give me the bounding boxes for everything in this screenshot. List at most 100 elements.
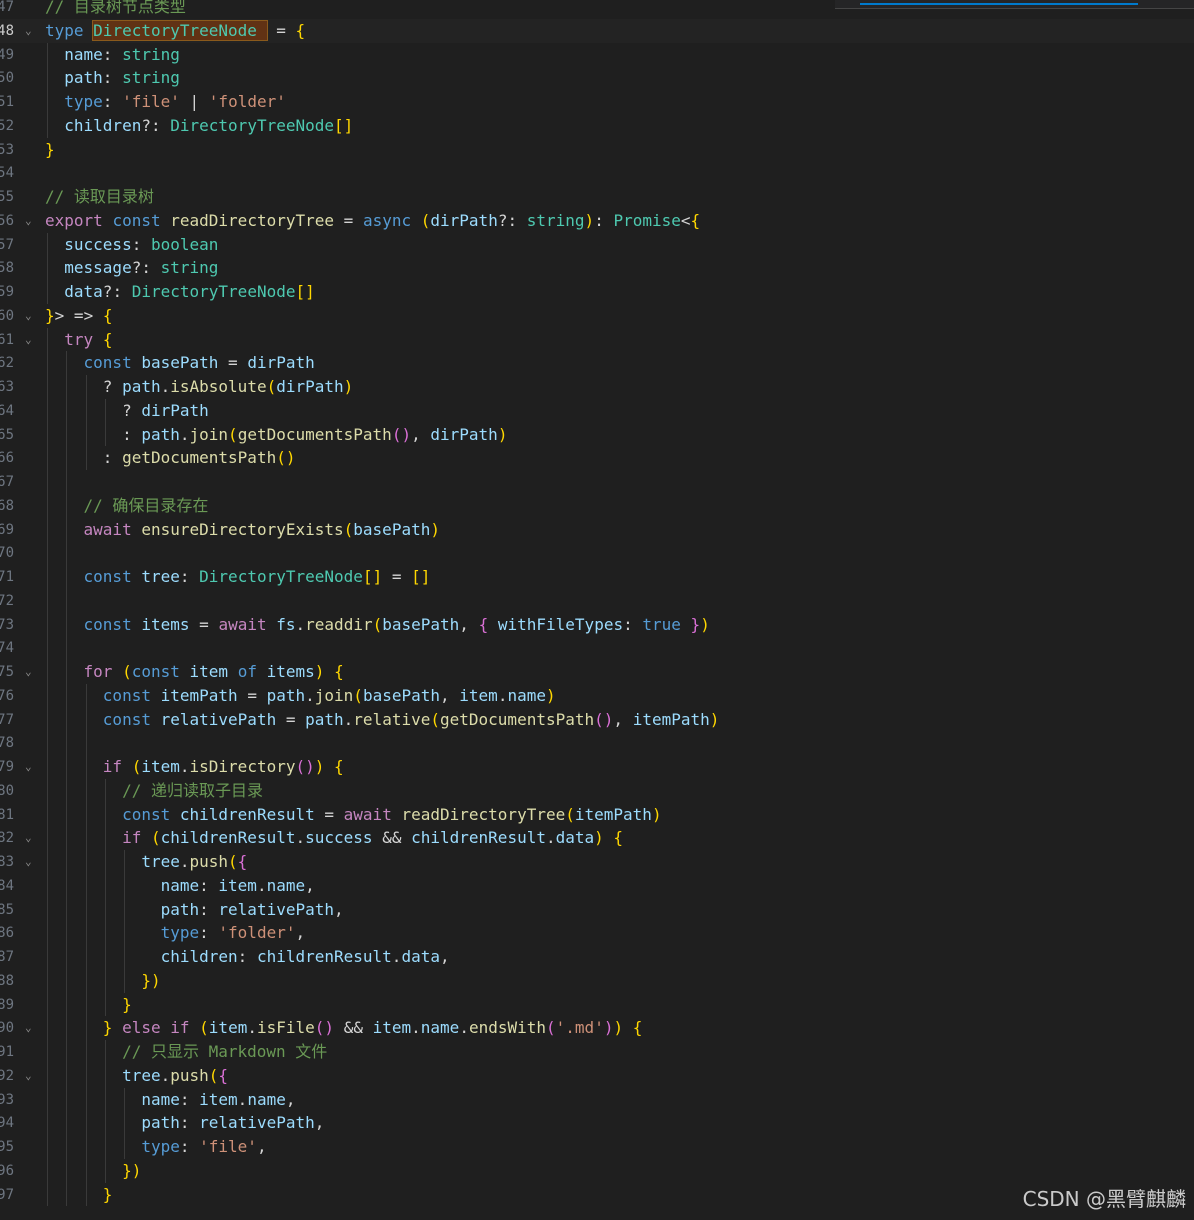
code-line[interactable]: 62 const basePath = dirPath [0, 351, 1194, 375]
code-line[interactable]: 67 [0, 470, 1194, 494]
code-line[interactable]: 80 // 递归读取子目录 [0, 779, 1194, 803]
fold-chevron-icon[interactable]: ⌄ [25, 1016, 32, 1040]
code-line[interactable]: 88 }) [0, 969, 1194, 993]
line-number: 89 [0, 996, 14, 1013]
code-line[interactable]: 52 children?: DirectoryTreeNode[] [0, 114, 1194, 138]
line-number: 73 [0, 616, 14, 633]
code-line[interactable]: 91 // 只显示 Markdown 文件 [0, 1040, 1194, 1064]
indent-guide [47, 42, 48, 138]
code-line[interactable]: 59 data?: DirectoryTreeNode[] [0, 280, 1194, 304]
code-line[interactable]: 90 ⌄ } else if (item.isFile() && item.nam… [0, 1016, 1194, 1040]
code-line[interactable]: 63 ? path.isAbsolute(dirPath) [0, 375, 1194, 399]
code-line[interactable]: 66 : getDocumentsPath() [0, 446, 1194, 470]
code-line[interactable]: 60 ⌄}> => { [0, 304, 1194, 328]
line-number: 93 [0, 1091, 14, 1108]
code-text: // 只显示 Markdown 文件 [122, 1042, 328, 1061]
line-number: 86 [0, 925, 14, 942]
code-line[interactable]: 65 : path.join(getDocumentsPath(), dirPa… [0, 423, 1194, 447]
line-number: 56 [0, 212, 14, 229]
line-number: 47 [0, 0, 14, 15]
line-number: 48 [0, 22, 14, 39]
code-line[interactable]: 57 success: boolean [0, 233, 1194, 257]
line-number: 49 [0, 46, 14, 63]
code-line[interactable]: 72 [0, 589, 1194, 613]
code-line[interactable]: 79 ⌄ if (item.isDirectory()) { [0, 755, 1194, 779]
code-line[interactable]: 68 // 确保目录存在 [0, 494, 1194, 518]
code-line[interactable]: 82 ⌄ if (childrenResult.success && childr… [0, 826, 1194, 850]
indent-guide [47, 232, 48, 304]
code-line[interactable]: 95 type: 'file', [0, 1135, 1194, 1159]
fold-chevron-icon[interactable]: ⌄ [25, 209, 32, 233]
line-number: 58 [0, 260, 14, 277]
line-number: 71 [0, 569, 14, 585]
code-line[interactable]: 96 }) [0, 1159, 1194, 1183]
code-text: path: relativePath, [160, 899, 344, 919]
fold-chevron-icon[interactable]: ⌄ [25, 850, 32, 874]
code-text: // 目录树节点类型 [45, 0, 186, 16]
line-number: 59 [0, 284, 14, 300]
code-text: if (childrenResult.success && childrenRe… [122, 828, 624, 848]
line-number: 83 [0, 854, 14, 870]
code-line[interactable]: 97 } [0, 1183, 1194, 1207]
code-line[interactable]: 54 [0, 161, 1194, 185]
code-line[interactable]: 76 const itemPath = path.join(basePath, … [0, 684, 1194, 708]
line-number: 94 [0, 1115, 14, 1132]
code-line[interactable]: 61 ⌄ try { [0, 328, 1194, 352]
code-text: type DirectoryTreeNode = { [45, 19, 306, 41]
code-text: tree.push({ [141, 852, 248, 871]
find-input[interactable] [860, 0, 1138, 5]
code-line[interactable]: 56 ⌄ export const readDirectoryTree = asyn… [0, 209, 1194, 233]
code-line[interactable]: 49 name: string [0, 43, 1194, 67]
code-line[interactable]: 92 ⌄ tree.push({ [0, 1064, 1194, 1088]
fold-chevron-icon[interactable]: ⌄ [25, 304, 32, 328]
code-text: ? dirPath [122, 400, 209, 420]
fold-chevron-icon[interactable]: ⌄ [25, 328, 32, 352]
code-line[interactable]: 94 path: relativePath, [0, 1111, 1194, 1135]
code-line[interactable]: 83 ⌄ tree.push({ [0, 850, 1194, 874]
fold-chevron-icon[interactable]: ⌄ [25, 19, 32, 43]
code-text: export const readDirectoryTree = async (… [45, 210, 701, 230]
indent-guide [85, 375, 87, 470]
code-line[interactable]: 73 const items = await fs.readdir(basePa… [0, 613, 1194, 637]
line-number: 57 [0, 236, 14, 253]
line-number: 69 [0, 521, 14, 538]
code-line[interactable]: 81 const childrenResult = await readDire… [0, 803, 1194, 827]
fold-chevron-icon[interactable]: ⌄ [25, 755, 32, 779]
indent-guide [104, 398, 106, 447]
code-line[interactable]: 85 path: relativePath, [0, 898, 1194, 922]
code-text: const tree: DirectoryTreeNode[] = [] [83, 567, 431, 586]
code-line[interactable]: 84 name: item.name, [0, 874, 1194, 898]
indent-guide [66, 351, 68, 1207]
code-text: success: boolean [64, 234, 219, 254]
code-line[interactable]: 69 await ensureDirectoryExists(basePath) [0, 518, 1194, 542]
code-line[interactable]: 78 [0, 731, 1194, 755]
code-line[interactable]: 87 children: childrenResult.data, [0, 945, 1194, 969]
code-line[interactable]: 93 name: item.name, [0, 1088, 1194, 1112]
code-text: try { [64, 329, 113, 349]
fold-chevron-icon[interactable]: ⌄ [25, 1064, 32, 1088]
line-number: 84 [0, 877, 14, 894]
code-line[interactable]: 55 // 读取目录树 [0, 185, 1194, 209]
code-text: type: 'folder', [160, 923, 306, 943]
line-number: 51 [0, 94, 14, 110]
code-line[interactable]: 89 } [0, 993, 1194, 1017]
fold-chevron-icon[interactable]: ⌄ [25, 660, 32, 684]
code-text: }) [122, 1160, 142, 1180]
code-editor[interactable]: 47 // 目录树节点类型 48 ⌄ type DirectoryTreeNode = … [0, 0, 1194, 1220]
code-line[interactable]: 51 type: 'file' | 'folder' [0, 90, 1194, 114]
code-line[interactable]: 64 ? dirPath [0, 399, 1194, 423]
code-line[interactable]: 77 const relativePath = path.relative(ge… [0, 708, 1194, 732]
code-line[interactable]: 70 [0, 541, 1194, 565]
line-number: 79 [0, 759, 14, 775]
fold-chevron-icon[interactable]: ⌄ [25, 826, 32, 850]
code-text: name: item.name, [141, 1089, 296, 1109]
code-line[interactable]: 75 ⌄ for (const item of items) { [0, 660, 1194, 684]
code-line[interactable]: 86 type: 'folder', [0, 921, 1194, 945]
code-line[interactable]: 74 [0, 636, 1194, 660]
code-line[interactable]: 48 ⌄ type DirectoryTreeNode = { [0, 18, 1194, 43]
code-line[interactable]: 58 message?: string [0, 256, 1194, 280]
line-number: 77 [0, 711, 14, 728]
code-line[interactable]: 53} [0, 138, 1194, 162]
code-line[interactable]: 71 const tree: DirectoryTreeNode[] = [] [0, 565, 1194, 589]
code-line[interactable]: 50 path: string [0, 66, 1194, 90]
